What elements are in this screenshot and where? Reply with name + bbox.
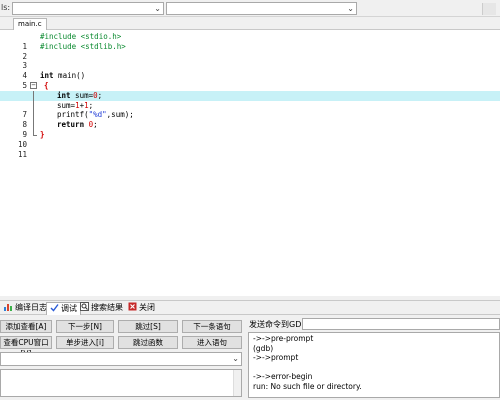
watch-list[interactable] [0,369,242,397]
keyword: return [57,120,85,130]
code-text: #include <stdio.h> [40,32,122,41]
class-combo[interactable]: ⌄ [12,2,164,15]
code-line: 10 return 0; [0,120,500,149]
brace: { [44,80,49,90]
gdb-output[interactable]: ->->pre-prompt (gdb) ->->prompt ->->erro… [248,332,500,398]
fold-guide [33,110,34,121]
output-line: ->->error-begin [253,372,313,381]
gdb-command-input[interactable] [302,318,500,330]
chevron-down-icon[interactable]: ⌄ [232,353,239,365]
keyword: int [40,71,54,81]
chevron-down-icon[interactable]: ⌄ [347,3,354,15]
view-cpu-window-button[interactable]: 查看CPU窗口[V] [0,336,52,358]
code-line: 3 [0,52,500,70]
skip-button[interactable]: 跳过[S] [118,320,178,333]
code-line: 9 printf("%d",sum); [0,110,500,139]
code-line: 2 #include <stdlib.h> [0,41,500,61]
watch-combo[interactable]: ⌄ [0,352,242,366]
tab-debug[interactable]: 调试 [46,302,81,315]
fold-guide [33,120,34,130]
fold-guide [33,90,34,101]
code-text: main() [53,71,86,81]
tab-main-c[interactable]: main.c [13,18,47,30]
enter-statement-button[interactable]: 进入语句 [182,336,242,349]
code-line: 5 int main() [0,71,500,90]
tab-close[interactable]: 关闭 [125,302,158,315]
chevron-down-icon[interactable]: ⌄ [154,3,161,15]
code-text: #include <stdlib.h> [40,41,126,51]
fold-guide [33,100,34,111]
function-combo[interactable]: ⌄ [166,2,357,15]
code-editor[interactable]: 1 #include <stdio.h> 2 #include <stdlib.… [0,30,500,296]
code-line-current: 7 int sum=0; [0,90,500,119]
code-line: 6 − { [0,80,500,100]
code-line: 1 #include <stdio.h> [0,32,500,51]
output-line: run: No such file or directory. [253,381,362,391]
toolbar-scroll[interactable] [482,3,496,15]
skip-function-button[interactable]: 跳过函数 [118,336,178,349]
file-tab-strip: main.c [0,17,500,30]
code-line: 8 sum=1+1; [0,100,500,129]
code-line: 4 [0,61,500,80]
line-number: 11 [17,149,27,159]
brace: } [40,129,45,139]
fold-collapse-icon[interactable]: − [30,81,37,89]
scrollbar[interactable] [233,370,241,396]
output-line: ->->prompt [253,353,299,362]
tab-label: main.c [18,20,42,28]
output-line: (gdb) [253,343,274,353]
code-line: 11 } [0,129,500,159]
check-icon [50,304,59,312]
toolbar-label: ls: [1,3,11,12]
fold-end [33,129,37,136]
toolbar: ls: ⌄ ⌄ [0,0,500,17]
add-watch-button[interactable]: 添加查看[A] [0,320,52,333]
next-step-button[interactable]: 下一步[N] [56,320,114,333]
tab-search-results[interactable]: 搜索结果 [77,302,126,315]
bottom-panel-tabs: 编译日志 调试 搜索结果 关闭 [0,300,500,315]
keyword: int [57,90,71,100]
output-line: ->->pre-prompt [253,334,314,343]
next-statement-button[interactable]: 下一条语句 [182,320,242,333]
search-icon [80,302,89,311]
chart-icon [4,304,12,311]
close-icon [128,302,137,311]
step-into-button[interactable]: 单步进入[i] [56,336,114,349]
tab-compile-log[interactable]: 编译日志 [1,302,50,315]
